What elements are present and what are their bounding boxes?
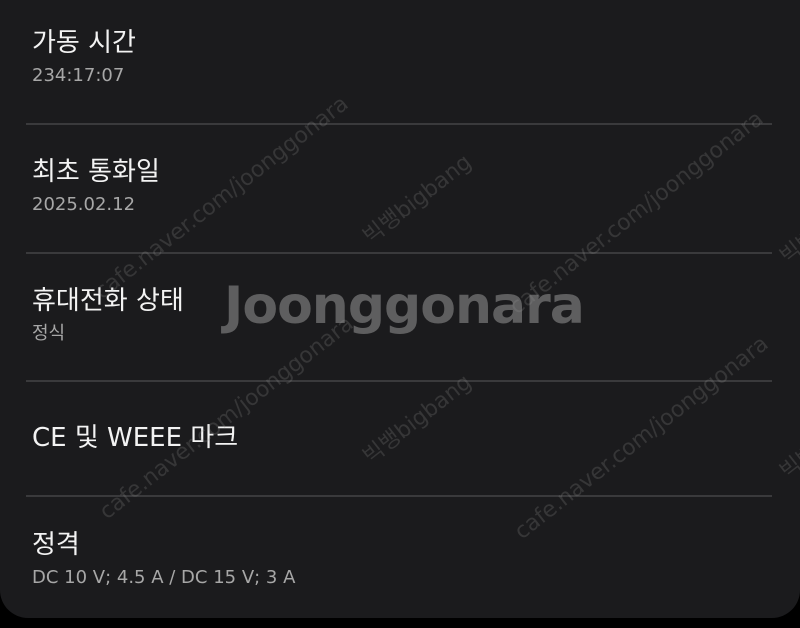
list-item-rating[interactable]: 정격 DC 10 V; 4.5 A / DC 15 V; 3 A: [32, 528, 772, 590]
list-item-phone-status[interactable]: 휴대전화 상태 정식: [32, 284, 772, 346]
ce-weee-mark-title: CE 및 WEEE 마크: [32, 423, 239, 453]
divider: [26, 380, 772, 382]
screen: 가동 시간 234:17:07 최초 통화일 2025.02.12 휴대전화 상…: [0, 0, 800, 628]
watermark-handle: 빅뱅bigbang: [775, 384, 800, 485]
list-item-first-call-date[interactable]: 최초 통화일 2025.02.12: [32, 155, 772, 217]
uptime-value: 234:17:07: [32, 65, 125, 86]
rating-value: DC 10 V; 4.5 A / DC 15 V; 3 A: [32, 567, 296, 588]
divider: [26, 495, 772, 497]
rating-title: 정격: [32, 530, 80, 560]
first-call-date-title: 최초 통화일: [32, 157, 160, 187]
divider: [26, 252, 772, 254]
watermark-handle: 빅뱅bigbang: [775, 169, 800, 270]
first-call-date-value: 2025.02.12: [32, 194, 136, 215]
list-item-uptime[interactable]: 가동 시간 234:17:07: [32, 26, 772, 88]
divider: [26, 123, 772, 125]
phone-status-title: 휴대전화 상태: [32, 286, 184, 316]
list-item-ce-weee-mark[interactable]: CE 및 WEEE 마크: [32, 421, 772, 455]
phone-status-value: 정식: [32, 323, 66, 344]
about-phone-list: 가동 시간 234:17:07 최초 통화일 2025.02.12 휴대전화 상…: [0, 0, 800, 618]
uptime-title: 가동 시간: [32, 28, 136, 58]
